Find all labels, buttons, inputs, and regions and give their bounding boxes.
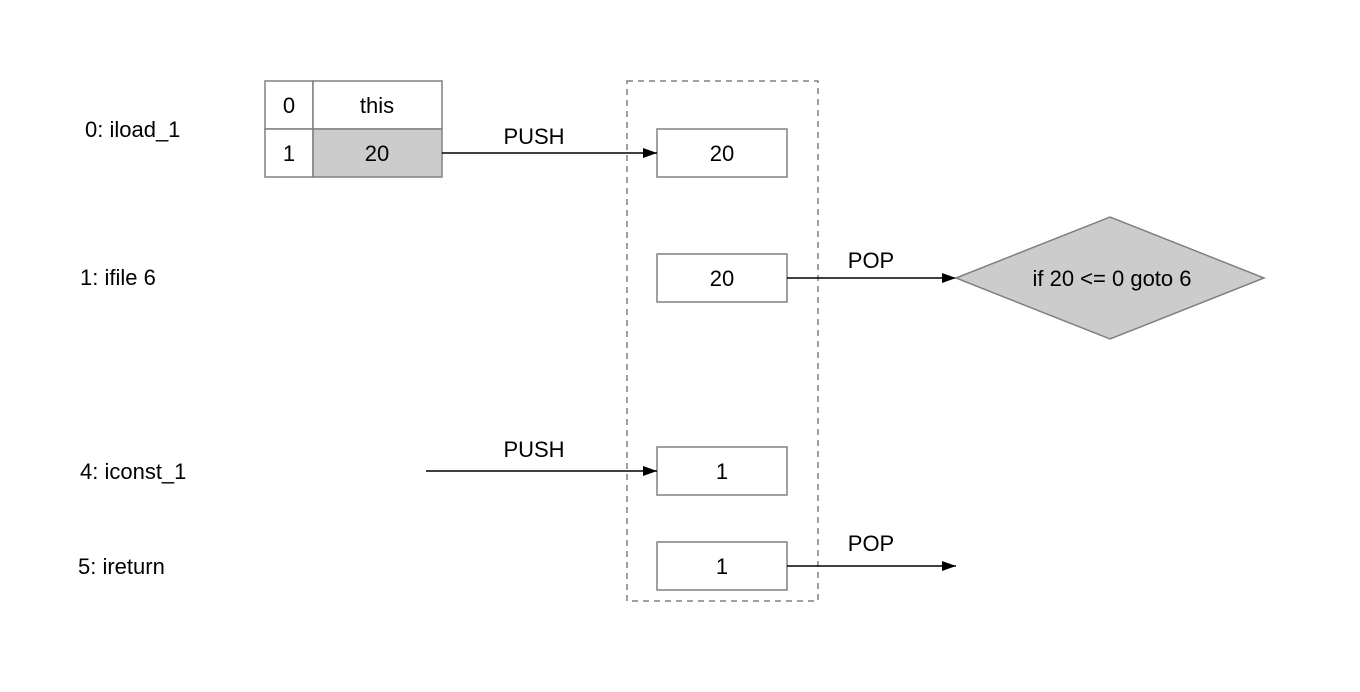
stack-slot-value: 20	[710, 141, 734, 166]
instruction-label: 1: ifile 6	[80, 265, 156, 290]
decision-text: if 20 <= 0 goto 6	[1032, 266, 1191, 291]
edge-label: POP	[848, 531, 894, 556]
stack-slot-value: 20	[710, 266, 734, 291]
instruction-label: 0: iload_1	[85, 117, 180, 142]
bytecode-diagram: 0: iload_1 1: ifile 6 4: iconst_1 5: ire…	[78, 80, 1267, 602]
lvt-index: 1	[283, 141, 295, 166]
lvt-index: 0	[283, 93, 295, 118]
instruction-label: 4: iconst_1	[80, 459, 186, 484]
edge-label: PUSH	[503, 437, 564, 462]
edge-label: PUSH	[503, 124, 564, 149]
instruction-label: 5: ireturn	[78, 554, 165, 579]
edge-label: POP	[848, 248, 894, 273]
stack-slot-value: 1	[716, 554, 728, 579]
lvt-value: 20	[365, 141, 389, 166]
local-variable-table: 0 this 1 20	[264, 80, 443, 178]
lvt-value: this	[360, 93, 394, 118]
stack-slot-value: 1	[716, 459, 728, 484]
